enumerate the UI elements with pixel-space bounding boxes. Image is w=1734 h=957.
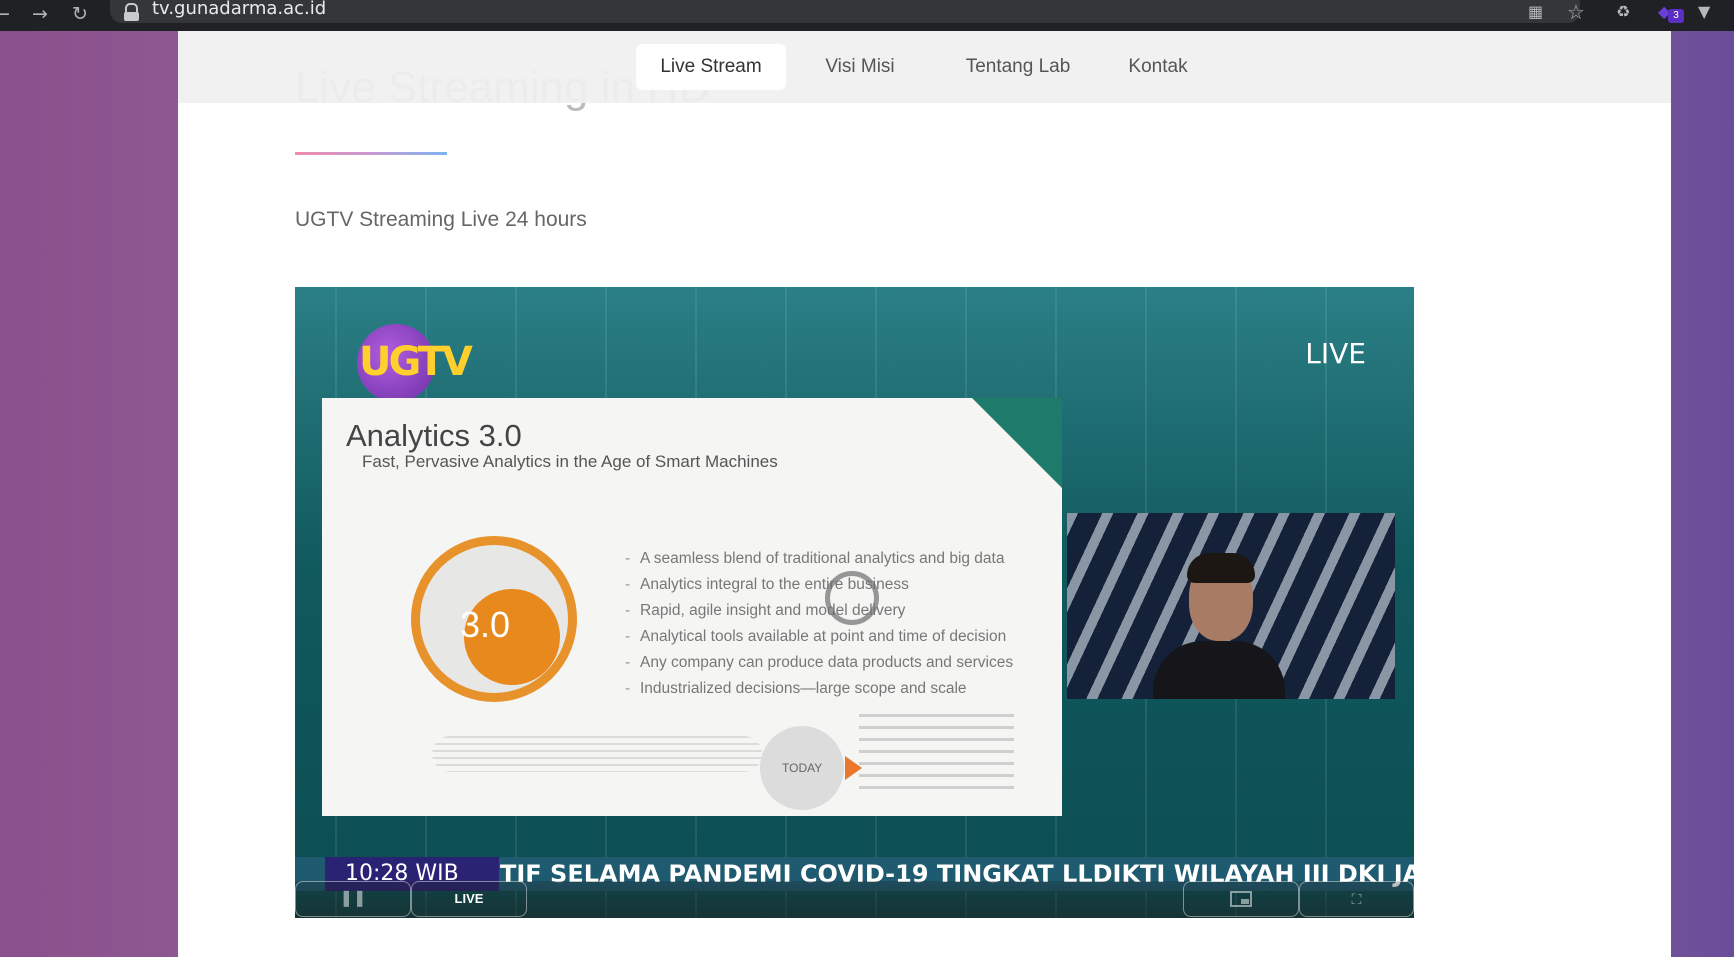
translate-icon[interactable]: ▦ bbox=[1528, 2, 1543, 21]
nav-tentang-lab[interactable]: Tentang Lab bbox=[954, 44, 1082, 90]
slide-bullet: Rapid, agile insight and model delivery bbox=[625, 598, 1013, 624]
picture-in-picture-icon bbox=[1230, 890, 1252, 907]
presenter-webcam bbox=[1067, 513, 1395, 699]
version-badge-text: 3.0 bbox=[460, 604, 511, 645]
vpn-icon[interactable]: ▼ bbox=[1698, 2, 1710, 21]
loading-spinner-icon bbox=[825, 571, 879, 625]
live-button[interactable]: LIVE bbox=[411, 881, 527, 917]
presenter bbox=[1153, 549, 1285, 699]
lock-icon bbox=[124, 3, 139, 21]
address-bar[interactable] bbox=[110, 0, 1580, 23]
reload-icon[interactable]: ↻ bbox=[72, 3, 88, 25]
title-underline bbox=[295, 152, 447, 155]
live-overlay-label: LIVE bbox=[1305, 337, 1366, 370]
slide-corner-decoration bbox=[972, 398, 1062, 488]
page-subtitle: UGTV Streaming Live 24 hours bbox=[295, 208, 587, 231]
slide-bullet-list: A seamless blend of traditional analytic… bbox=[625, 546, 1013, 702]
extension-badge: 3 bbox=[1668, 9, 1684, 23]
slide-title: Analytics 3.0 bbox=[346, 418, 522, 453]
recycle-icon[interactable]: ♻ bbox=[1616, 2, 1630, 21]
pause-icon: ❚❚ bbox=[339, 890, 367, 907]
slide-bullet: Any company can produce data products an… bbox=[625, 650, 1013, 676]
player-controls: ❚❚ LIVE ⛶ bbox=[295, 881, 1414, 918]
slide-subtitle: Fast, Pervasive Analytics in the Age of … bbox=[362, 452, 778, 471]
today-label: TODAY bbox=[782, 761, 823, 775]
nav-live-stream[interactable]: Live Stream bbox=[636, 44, 786, 90]
slide-bullet: Analytics integral to the entire busines… bbox=[625, 572, 1013, 598]
video-player[interactable]: UGTV LIVE Analytics 3.0 Fast, Pervasive … bbox=[295, 287, 1414, 918]
channel-logo-text: UGTV bbox=[359, 339, 473, 385]
slide-bullet: A seamless blend of traditional analytic… bbox=[625, 546, 1013, 572]
pause-button[interactable]: ❚❚ bbox=[295, 881, 411, 917]
star-icon[interactable]: ☆ bbox=[1567, 0, 1585, 24]
slide-bullet: Industrialized decisions—large scope and… bbox=[625, 676, 1013, 702]
fullscreen-button[interactable]: ⛶ bbox=[1299, 881, 1414, 917]
browser-toolbar: ← → ↻ tv.gunadarma.ac.id ▦ ☆ ♻ ◆ 3 ▼ bbox=[0, 0, 1734, 31]
back-icon[interactable]: ← bbox=[0, 3, 10, 25]
slide-bullet: Analytical tools available at point and … bbox=[625, 624, 1013, 650]
forward-icon[interactable]: → bbox=[32, 3, 48, 25]
slide-flow-lines bbox=[432, 736, 762, 772]
nav-visi-misi[interactable]: Visi Misi bbox=[812, 44, 908, 90]
page-content: Live Streaming in HD Live Stream Visi Mi… bbox=[178, 31, 1671, 957]
top-navbar: Live Stream Visi Misi Tentang Lab Kontak bbox=[178, 31, 1671, 103]
slide-flow-arrows bbox=[859, 714, 1014, 798]
fullscreen-icon: ⛶ bbox=[1351, 891, 1362, 907]
today-arrow-icon bbox=[845, 756, 862, 780]
url-text[interactable]: tv.gunadarma.ac.id bbox=[152, 0, 326, 18]
picture-in-picture-button[interactable] bbox=[1183, 881, 1299, 917]
nav-kontak[interactable]: Kontak bbox=[1120, 44, 1196, 90]
presentation-slide: Analytics 3.0 Fast, Pervasive Analytics … bbox=[322, 398, 1062, 816]
